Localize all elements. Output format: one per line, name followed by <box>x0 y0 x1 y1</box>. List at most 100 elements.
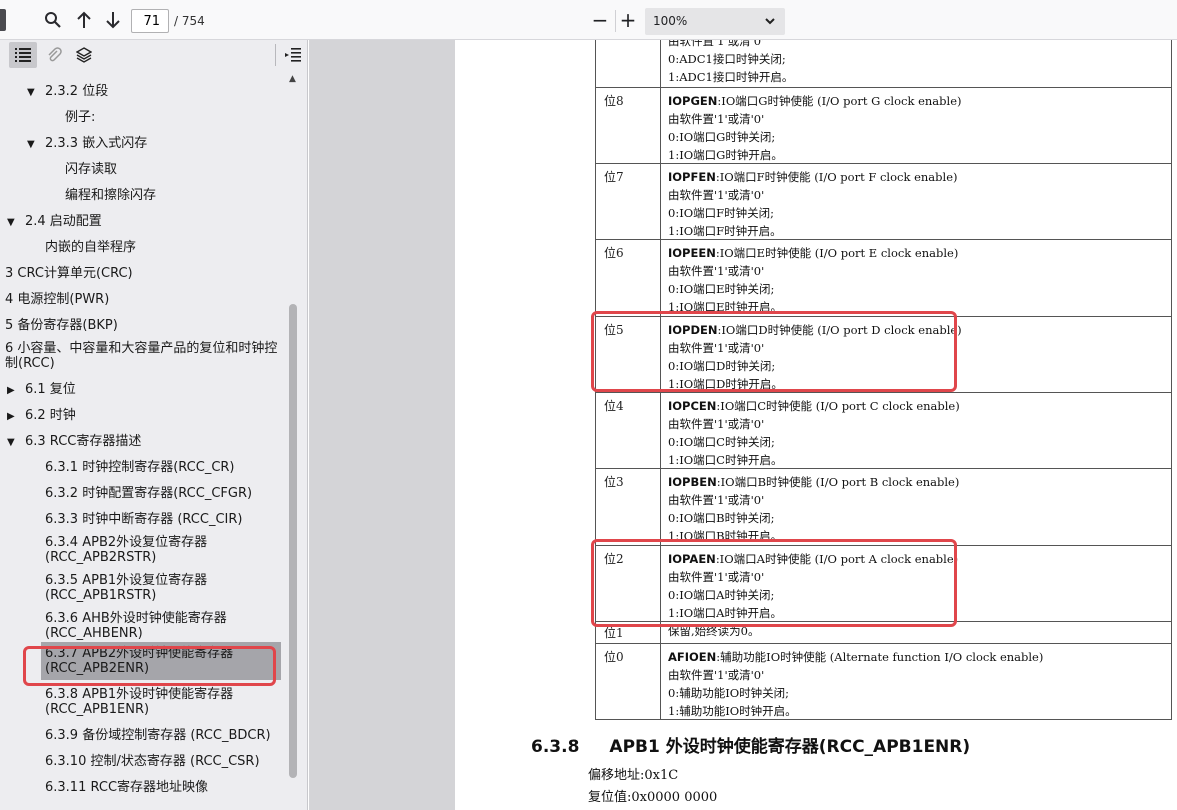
field-description-line: 由软件置'1'或清'0' <box>668 188 765 202</box>
page-number-input[interactable] <box>131 9 169 33</box>
bit-description: IOPGEN:IO端口G时钟使能 (I/O port G clock enabl… <box>668 92 962 164</box>
field-description-line: 1:ADC1接口时钟开启。 <box>668 70 794 84</box>
bit-label: 位3 <box>604 475 624 489</box>
sidebar-tab-divider <box>275 44 276 66</box>
outline-item-label: 例子: <box>65 110 96 125</box>
twisty-expanded-icon[interactable]: ▼ <box>27 137 35 152</box>
section-heading: 6.3.8 APB1 外设时钟使能寄存器(RCC_APB1ENR) <box>531 732 970 757</box>
table-row: 位6 IOPEEN:IO端口E时钟使能 (I/O port E clock ena… <box>595 240 1172 317</box>
twisty-expanded-icon[interactable]: ▼ <box>27 85 35 100</box>
section-number: 6.3.8 <box>531 737 580 757</box>
field-description-line: 1:IO端口C时钟开启。 <box>668 453 783 467</box>
field-heading: IOPGEN:IO端口G时钟使能 (I/O port G clock enabl… <box>668 92 962 110</box>
field-heading: IOPEEN:IO端口E时钟使能 (I/O port E clock enabl… <box>668 244 958 262</box>
toolbar: / 754 − + 100% <box>0 0 1177 40</box>
sidebar: ▼ 2.3.2 位段 例子: ▼ 2.3.3 嵌入式闪存 闪存读取 编程和擦除闪存 ▼ 2.4 … <box>0 40 308 810</box>
outline-item-label: 6 小容量、中容量和大容量产品的复位和时钟控制(RCC) <box>5 341 278 371</box>
outline-item-label: 编程和擦除闪存 <box>65 188 157 203</box>
field-name: AFIOEN <box>668 650 717 664</box>
bit-label: 位8 <box>604 94 624 108</box>
zoom-out-button[interactable]: − <box>588 8 612 32</box>
outline-item-label: 6.3.8 APB1外设时钟使能寄存器(RCC_APB1ENR) <box>45 687 234 717</box>
sidebar-scrollbar[interactable]: ▲ <box>286 70 300 810</box>
outline-item-label: 6.3 RCC寄存器描述 <box>25 434 142 449</box>
next-page-button[interactable] <box>101 8 125 32</box>
field-description-line: 0:IO端口G时钟关闭; <box>668 130 776 144</box>
attachment-icon[interactable] <box>40 42 68 68</box>
column-divider <box>660 40 661 87</box>
twisty-collapsed-icon[interactable]: ▶ <box>7 383 15 398</box>
twisty-expanded-icon[interactable]: ▼ <box>7 435 15 450</box>
field-description-line: 由软件置'1'或清'0' <box>668 264 765 278</box>
column-divider <box>660 469 661 545</box>
field-title: :IO端口B时钟使能 (I/O port B clock enable) <box>716 475 960 489</box>
field-description-line: 0:IO端口F时钟关闭; <box>668 206 775 220</box>
outline-item-label: 2.3.2 位段 <box>45 84 109 99</box>
document-outline: ▼ 2.3.2 位段 例子: ▼ 2.3.3 嵌入式闪存 闪存读取 编程和擦除闪存 ▼ 2.4 … <box>0 70 286 810</box>
column-divider <box>660 240 661 316</box>
field-name: IOPCEN <box>668 399 717 413</box>
field-description-line: 0:IO端口C时钟关闭; <box>668 435 775 449</box>
column-divider <box>660 88 661 163</box>
field-description-line: 0:辅助功能IO时钟关闭; <box>668 686 790 700</box>
document-viewer[interactable]: 由软件置'1'或清'0' 0:ADC1接口时钟关闭; 1:ADC1接口时钟开启。位8… <box>309 40 1177 810</box>
scroll-up-arrow-icon[interactable]: ▲ <box>289 74 296 84</box>
outline-item-label: 6.1 复位 <box>25 382 76 397</box>
field-description-line: 1:辅助功能IO时钟开启。 <box>668 704 797 718</box>
bit-label: 位4 <box>604 399 624 413</box>
field-description-line: 由软件置'1'或清'0' <box>668 668 765 682</box>
outline-item-label: 6.3.1 时钟控制寄存器(RCC_CR) <box>45 460 235 475</box>
field-heading: IOPBEN:IO端口B时钟使能 (I/O port B clock enabl… <box>668 473 959 491</box>
bit-description: AFIOEN:辅助功能IO时钟使能 (Alternate function I/… <box>668 648 1043 720</box>
highlight-box-iopaen <box>591 539 957 627</box>
pdf-page: 由软件置'1'或清'0' 0:ADC1接口时钟关闭; 1:ADC1接口时钟开启。位8… <box>455 40 1177 810</box>
zoom-select[interactable]: 100% <box>645 8 785 35</box>
field-name: IOPBEN <box>668 475 717 489</box>
highlight-box-iopden <box>591 311 957 392</box>
field-title: :IO端口G时钟使能 (I/O port G clock enable) <box>717 94 962 108</box>
table-row: 位0 AFIOEN:辅助功能IO时钟使能 (Alternate function … <box>595 644 1172 720</box>
sidebar-toggle-button[interactable] <box>0 9 6 31</box>
table-row: 由软件置'1'或清'0' 0:ADC1接口时钟关闭; 1:ADC1接口时钟开启。 <box>595 40 1172 88</box>
table-row: 位4 IOPCEN:IO端口C时钟使能 (I/O port C clock ena… <box>595 393 1172 469</box>
outline-item-label: 2.4 启动配置 <box>25 214 102 229</box>
field-title: :IO端口E时钟使能 (I/O port E clock enable) <box>715 246 959 260</box>
section-title: APB1 外设时钟使能寄存器(RCC_APB1ENR) <box>609 737 971 757</box>
outline-item-label: 6.3.9 备份域控制寄存器 (RCC_BDCR) <box>45 728 271 743</box>
layers-icon[interactable] <box>70 42 98 68</box>
twisty-collapsed-icon[interactable]: ▶ <box>7 409 15 424</box>
search-icon[interactable] <box>41 8 65 32</box>
scrollbar-thumb[interactable] <box>289 304 297 778</box>
highlight-box-outline-selected <box>23 646 276 686</box>
bit-label: 位7 <box>604 170 624 184</box>
offset-address: 偏移地址:0x1C <box>588 768 679 783</box>
field-description-line: 1:IO端口G时钟开启。 <box>668 148 783 162</box>
outline-item-label: 6.3.5 APB1外设复位寄存器(RCC_APB1RSTR) <box>45 573 208 603</box>
outline-item-label: 6.3.3 时钟中断寄存器 (RCC_CIR) <box>45 512 243 527</box>
field-heading: IOPCEN:IO端口C时钟使能 (I/O port C clock enabl… <box>668 397 960 415</box>
column-divider <box>660 164 661 239</box>
field-name: IOPGEN <box>668 94 718 108</box>
current-outline-item-icon[interactable] <box>279 42 307 68</box>
bit-description: 由软件置'1'或清'0' 0:ADC1接口时钟关闭; 1:ADC1接口时钟开启。 <box>668 40 793 86</box>
outline-item-label: 6.2 时钟 <box>25 408 76 423</box>
page-total: / 754 <box>174 14 205 28</box>
bit-description: IOPBEN:IO端口B时钟使能 (I/O port B clock enabl… <box>668 473 959 545</box>
outline-view-icon[interactable] <box>9 42 37 68</box>
column-divider <box>660 644 661 719</box>
field-heading: IOPFEN:IO端口F时钟使能 (I/O port F clock enabl… <box>668 168 958 186</box>
field-name: IOPEEN <box>668 246 716 260</box>
field-description-line: 1:IO端口F时钟开启。 <box>668 224 782 238</box>
table-row: 位7 IOPFEN:IO端口F时钟使能 (I/O port F clock ena… <box>595 164 1172 240</box>
bit-description: IOPCEN:IO端口C时钟使能 (I/O port C clock enabl… <box>668 397 960 469</box>
twisty-expanded-icon[interactable]: ▼ <box>7 215 15 230</box>
outline-item-label: 6.3.10 控制/状态寄存器 (RCC_CSR) <box>45 754 260 769</box>
field-name: IOPFEN <box>668 170 716 184</box>
field-description-line: 由软件置'1'或清'0' <box>668 40 765 48</box>
outline-item-label: 3 CRC计算单元(CRC) <box>5 266 133 281</box>
zoom-in-button[interactable]: + <box>616 8 640 32</box>
reset-value: 复位值:0x0000 0000 <box>588 790 718 805</box>
bit-description: IOPFEN:IO端口F时钟使能 (I/O port F clock enabl… <box>668 168 958 240</box>
outline-item-label: 4 电源控制(PWR) <box>5 292 110 307</box>
previous-page-button[interactable] <box>72 8 96 32</box>
